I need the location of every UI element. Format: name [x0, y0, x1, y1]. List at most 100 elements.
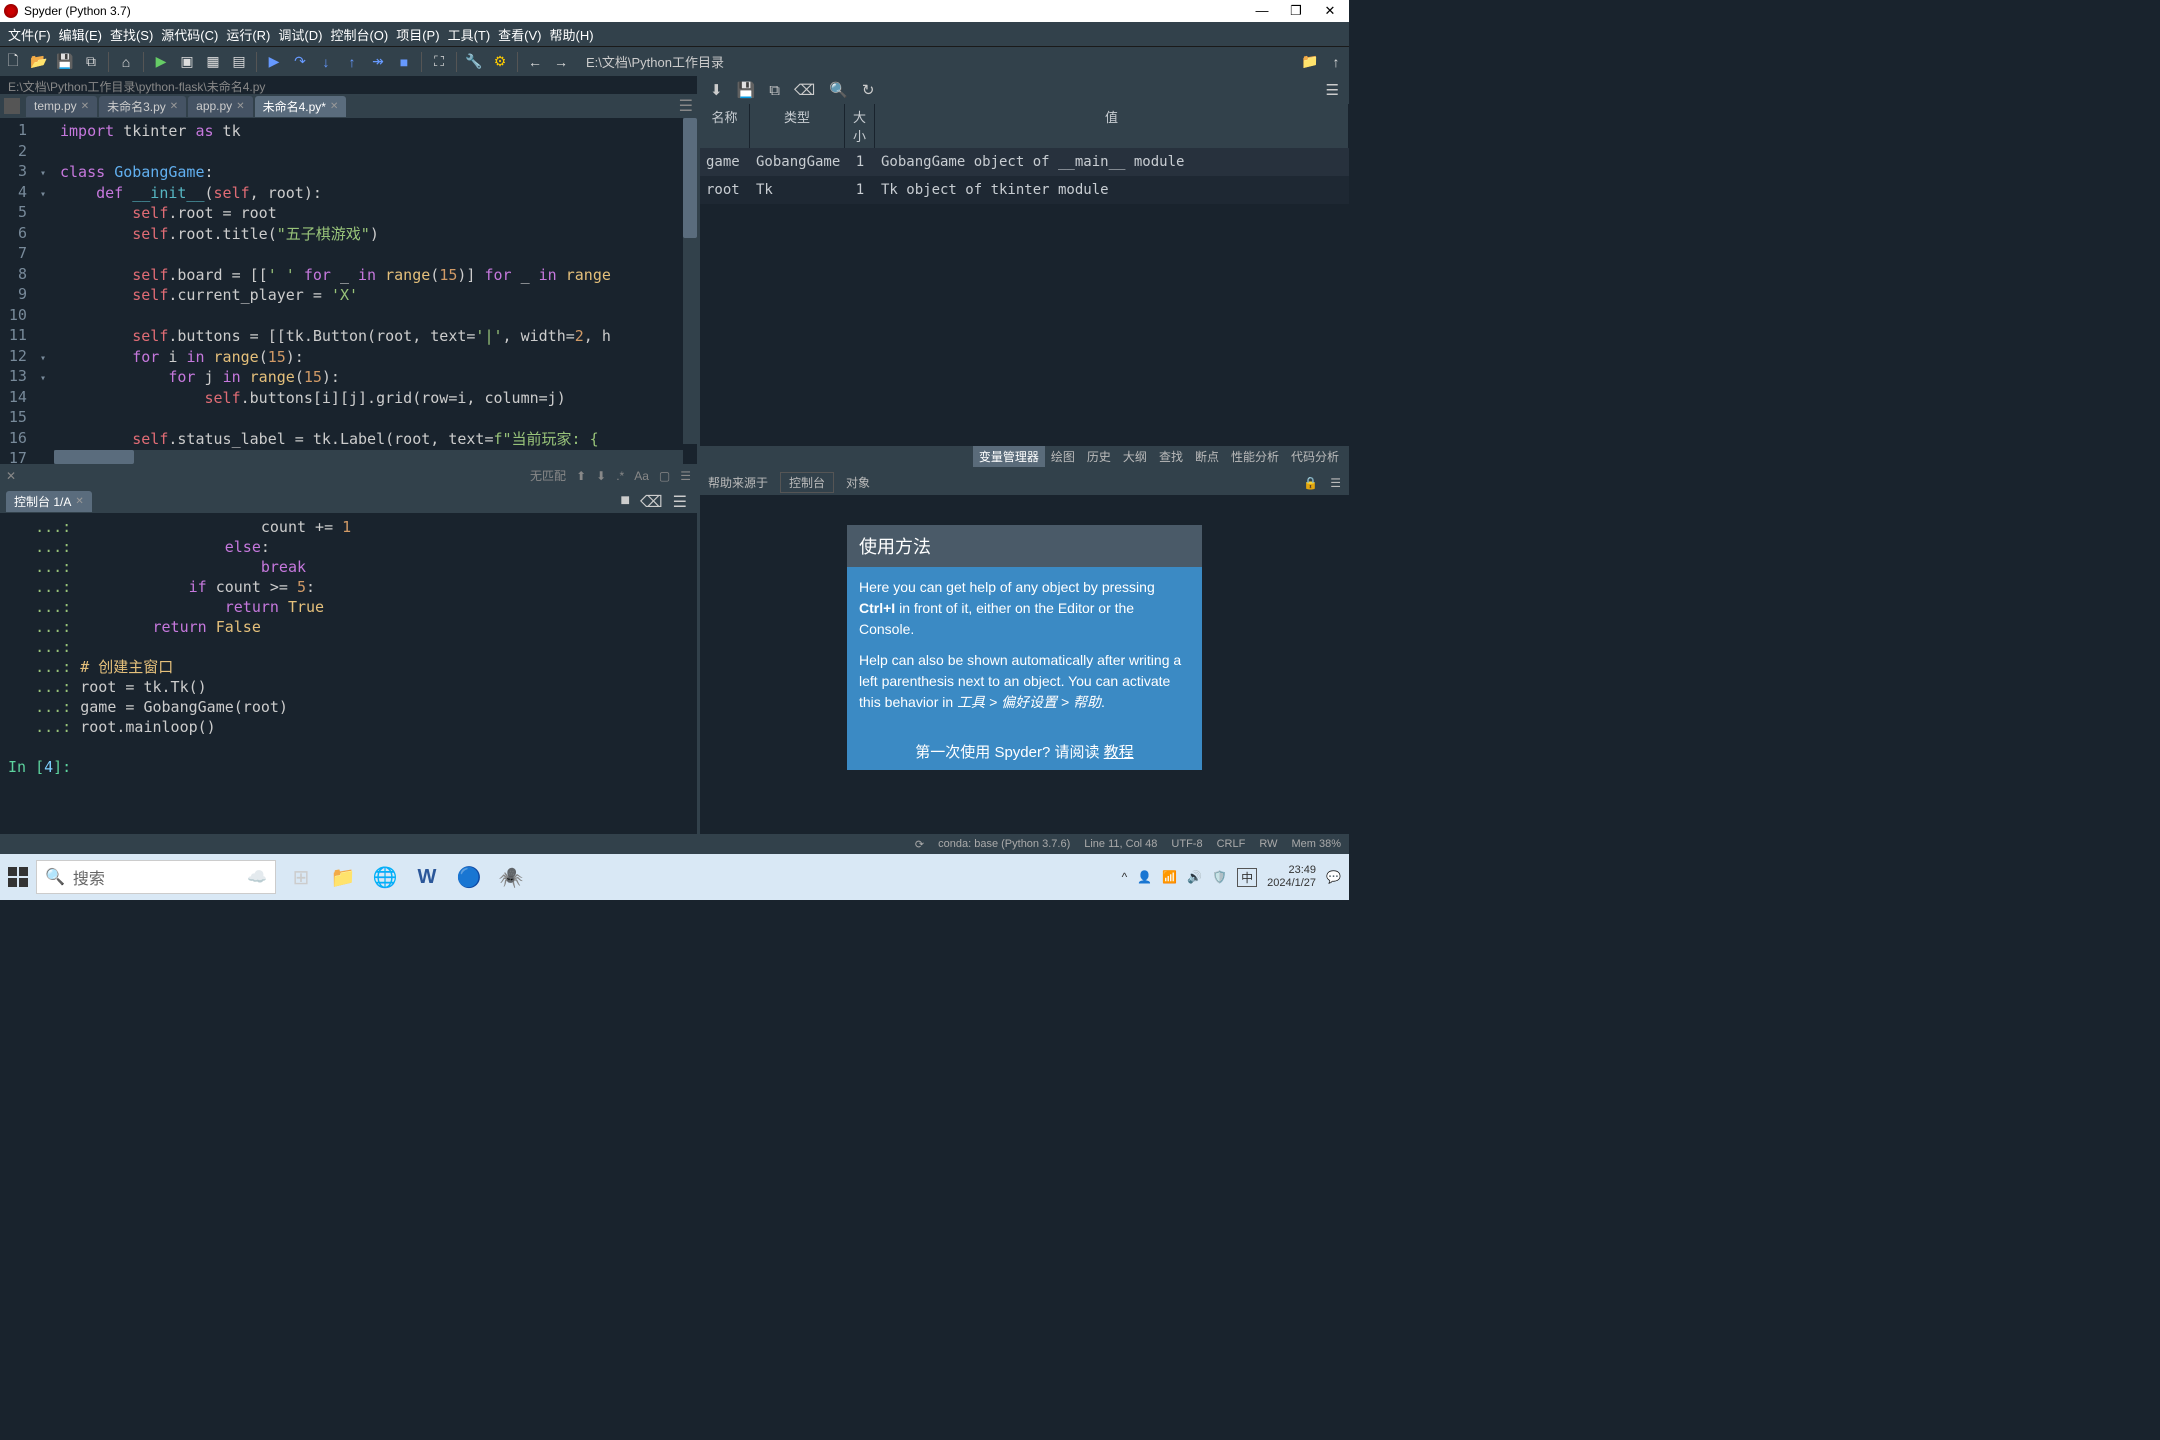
help-menu-icon[interactable]: ☰ [1330, 476, 1341, 490]
close-icon[interactable]: ✕ [330, 101, 338, 112]
find-word-icon[interactable]: ▢ [659, 469, 670, 483]
find-down-icon[interactable]: ⬇ [596, 469, 606, 483]
menu-run[interactable]: 运行(R) [222, 23, 274, 46]
max-icon[interactable]: ⛶ [430, 53, 448, 71]
menu-source[interactable]: 源代码(C) [157, 23, 222, 46]
status-reload-icon[interactable]: ⟳ [915, 838, 924, 851]
tray-network-icon[interactable]: 📶 [1162, 870, 1177, 884]
console[interactable]: ...: count += 1 ...: else: ...: break ..… [0, 513, 697, 867]
pane-tab[interactable]: 断点 [1189, 446, 1225, 467]
system-tray[interactable]: ^ 👤 📶 🔊 🛡️ 中 23:49 2024/1/27 💬 [1122, 864, 1341, 890]
file-browser-icon[interactable] [4, 98, 20, 114]
task-view-icon[interactable]: ⊞ [284, 860, 318, 894]
pane-tab[interactable]: 变量管理器 [973, 446, 1045, 467]
close-icon[interactable]: ✕ [170, 101, 178, 112]
tutorial-link[interactable]: 教程 [1104, 744, 1134, 761]
close-icon[interactable]: ✕ [236, 101, 244, 112]
spyder-taskbar-icon[interactable]: 🕷️ [494, 860, 528, 894]
run-cell-icon[interactable]: ▣ [178, 53, 196, 71]
menu-project[interactable]: 项目(P) [392, 23, 443, 46]
close-icon[interactable]: ✕ [75, 496, 83, 507]
word-icon[interactable]: W [410, 860, 444, 894]
maximize-button[interactable]: ❐ [1281, 3, 1311, 19]
menu-tools[interactable]: 工具(T) [444, 23, 495, 46]
pane-tab[interactable]: 绘图 [1045, 446, 1081, 467]
run-cell-advance-icon[interactable]: ▦ [204, 53, 222, 71]
tray-people-icon[interactable]: 👤 [1137, 870, 1152, 884]
explorer-icon[interactable]: 📁 [326, 860, 360, 894]
close-button[interactable]: ✕ [1315, 3, 1345, 19]
tray-chevron-icon[interactable]: ^ [1122, 870, 1128, 884]
status-env[interactable]: conda: base (Python 3.7.6) [938, 838, 1070, 850]
find-regex-icon[interactable]: .* [616, 469, 624, 483]
tray-volume-icon[interactable]: 🔊 [1187, 870, 1202, 884]
debug-icon[interactable]: ▶ [265, 53, 283, 71]
find-close-icon[interactable]: ✕ [6, 469, 16, 483]
editor-tab[interactable]: 未命名3.py✕ [99, 96, 186, 117]
save-data-icon[interactable]: 💾 [737, 81, 756, 99]
find-more-icon[interactable]: ☰ [680, 469, 691, 483]
editor-tab[interactable]: temp.py✕ [26, 96, 97, 117]
open-file-icon[interactable]: 📂 [30, 53, 48, 71]
notifications-icon[interactable]: 💬 [1326, 870, 1341, 884]
editor-tab[interactable]: app.py✕ [188, 96, 252, 117]
start-button[interactable] [8, 867, 28, 887]
col-type[interactable]: 类型 [750, 104, 845, 148]
console-menu-icon[interactable]: ☰ [673, 492, 687, 512]
taskbar-clock[interactable]: 23:49 2024/1/27 [1267, 864, 1316, 890]
pane-tab[interactable]: 代码分析 [1285, 446, 1345, 467]
run-icon[interactable]: ▶ [152, 53, 170, 71]
forward-icon[interactable]: → [552, 53, 570, 71]
stop-icon[interactable]: ■ [395, 53, 413, 71]
close-icon[interactable]: ✕ [81, 101, 89, 112]
search-icon[interactable]: 🔍 [829, 81, 848, 99]
col-name[interactable]: 名称 [700, 104, 750, 148]
variable-row[interactable]: gameGobangGame1GobangGame object of __ma… [700, 148, 1349, 176]
working-dir[interactable]: E:\文档\Python工作目录 [586, 52, 724, 71]
tray-ime[interactable]: 中 [1237, 868, 1257, 887]
help-source-select[interactable]: 控制台 [780, 472, 834, 493]
menu-debug[interactable]: 调试(D) [274, 23, 326, 46]
menu-file[interactable]: 文件(F) [4, 23, 55, 46]
edge-icon[interactable]: 🔵 [452, 860, 486, 894]
menu-find[interactable]: 查找(S) [106, 23, 157, 46]
menu-edit[interactable]: 编辑(E) [55, 23, 106, 46]
new-file-icon[interactable]: 🗋 [4, 53, 22, 71]
home-icon[interactable]: ⌂ [117, 53, 135, 71]
horizontal-scrollbar[interactable] [54, 450, 683, 464]
step-out-icon[interactable]: ↑ [343, 53, 361, 71]
console-clear-icon[interactable]: ⌫ [640, 492, 663, 512]
pane-tab[interactable]: 大纲 [1117, 446, 1153, 467]
continue-icon[interactable]: ↠ [369, 53, 387, 71]
menu-console[interactable]: 控制台(O) [326, 23, 392, 46]
erase-icon[interactable]: ⌫ [794, 81, 815, 99]
status-eol[interactable]: CRLF [1217, 838, 1246, 850]
parent-dir-icon[interactable]: ↑ [1327, 53, 1345, 71]
menu-view[interactable]: 查看(V) [494, 23, 545, 46]
pane-tab[interactable]: 历史 [1081, 446, 1117, 467]
variable-row[interactable]: rootTk1Tk object of tkinter module [700, 176, 1349, 204]
col-value[interactable]: 值 [875, 104, 1349, 148]
refresh-icon[interactable]: ↻ [862, 81, 875, 99]
windows-search[interactable]: 🔍 搜索 ☁️ [36, 860, 276, 894]
minimize-button[interactable]: — [1247, 3, 1277, 19]
browser-icon[interactable]: 🌐 [368, 860, 402, 894]
options-icon[interactable]: ☰ [1326, 81, 1339, 99]
find-case-icon[interactable]: Aa [634, 469, 649, 483]
editor-tab[interactable]: 未命名4.py*✕ [255, 96, 347, 117]
tray-security-icon[interactable]: 🛡️ [1212, 870, 1227, 884]
pane-tab[interactable]: 查找 [1153, 446, 1189, 467]
console-stop-icon[interactable]: ■ [620, 492, 630, 512]
save-icon[interactable]: 💾 [56, 53, 74, 71]
back-icon[interactable]: ← [526, 53, 544, 71]
step-in-icon[interactable]: ↓ [317, 53, 335, 71]
step-icon[interactable]: ↷ [291, 53, 309, 71]
code-editor[interactable]: 1 2 3 ▾4 ▾5 6 7 8 9 10 11 12 ▾13 ▾14 15 … [0, 118, 697, 464]
save-all-icon[interactable]: ⧉ [82, 53, 100, 71]
folder-icon[interactable]: 📁 [1301, 53, 1319, 71]
tab-menu-icon[interactable]: ☰ [679, 96, 693, 116]
wrench-icon[interactable]: 🔧 [465, 53, 483, 71]
pane-tab[interactable]: 性能分析 [1225, 446, 1285, 467]
vertical-scrollbar[interactable] [683, 118, 697, 444]
import-icon[interactable]: ⬇ [710, 81, 723, 99]
